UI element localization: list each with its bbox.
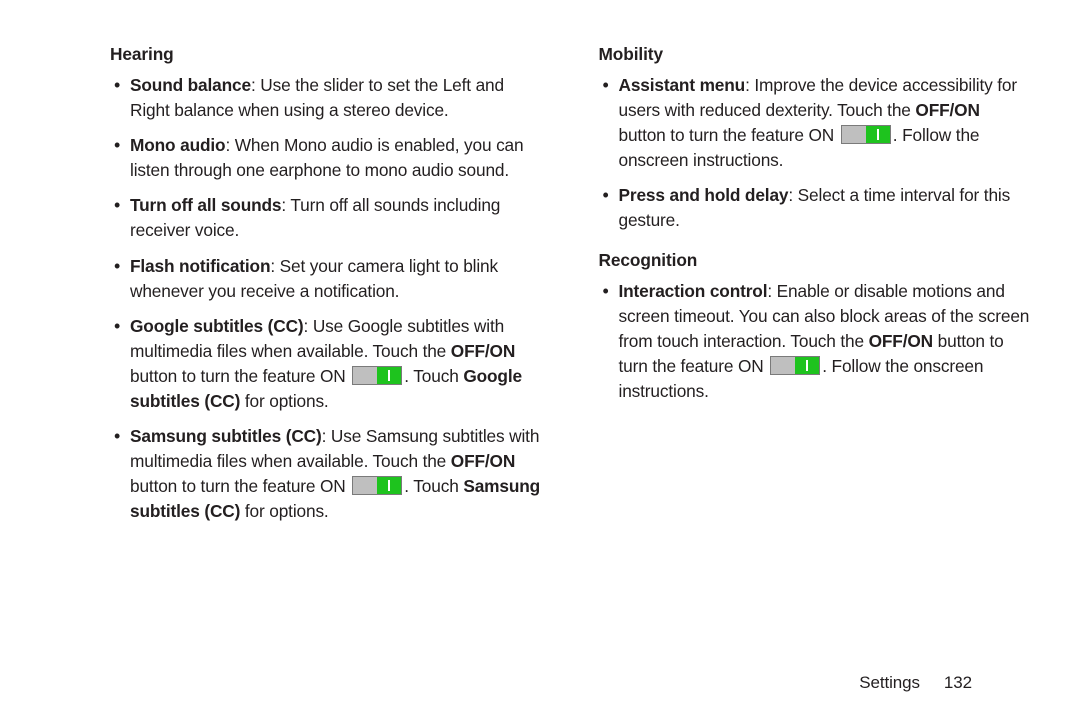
footer-section: Settings — [859, 673, 920, 692]
footer-page-number: 132 — [944, 673, 972, 692]
item-press-and-hold-delay: Press and hold delay: Select a time inte… — [605, 183, 1031, 233]
right-column: Mobility Assistant menu: Improve the dev… — [599, 42, 1031, 534]
item-interaction-control: Interaction control: Enable or disable m… — [605, 279, 1031, 404]
recognition-items: Interaction control: Enable or disable m… — [599, 279, 1031, 404]
item-label: Google subtitles (CC) — [130, 316, 304, 336]
item-label: Mono audio — [130, 135, 225, 155]
item-label: Turn off all sounds — [130, 195, 281, 215]
offon-text: OFF/ON — [451, 451, 515, 471]
item-assistant-menu: Assistant menu: Improve the device acces… — [605, 73, 1031, 173]
item-desc-after: . Touch — [404, 476, 463, 496]
manual-page: Hearing Sound balance: Use the slider to… — [0, 0, 1080, 564]
item-label: Flash notification — [130, 256, 270, 276]
toggle-on-icon — [352, 366, 402, 385]
item-google-subtitles: Google subtitles (CC): Use Google subtit… — [116, 314, 542, 414]
left-column: Hearing Sound balance: Use the slider to… — [110, 42, 542, 534]
item-label: Sound balance — [130, 75, 251, 95]
offon-text: OFF/ON — [869, 331, 933, 351]
page-footer: Settings 132 — [859, 671, 972, 696]
item-desc-mid: button to turn the feature ON — [619, 125, 839, 145]
item-desc-mid: button to turn the feature ON — [130, 476, 350, 496]
item-flash-notification: Flash notification: Set your camera ligh… — [116, 254, 542, 304]
section-heading-hearing: Hearing — [110, 42, 542, 67]
item-desc-mid: button to turn the feature ON — [130, 366, 350, 386]
item-desc-end: for options. — [240, 391, 328, 411]
item-samsung-subtitles: Samsung subtitles (CC): Use Samsung subt… — [116, 424, 542, 524]
toggle-on-icon — [841, 125, 891, 144]
toggle-on-icon — [770, 356, 820, 375]
item-label: Interaction control — [619, 281, 768, 301]
hearing-items: Sound balance: Use the slider to set the… — [110, 73, 542, 524]
toggle-on-icon — [352, 476, 402, 495]
item-turn-off-all-sounds: Turn off all sounds: Turn off all sounds… — [116, 193, 542, 243]
item-label: Samsung subtitles (CC) — [130, 426, 322, 446]
item-sound-balance: Sound balance: Use the slider to set the… — [116, 73, 542, 123]
section-heading-recognition: Recognition — [599, 248, 1031, 273]
section-heading-mobility: Mobility — [599, 42, 1031, 67]
mobility-items: Assistant menu: Improve the device acces… — [599, 73, 1031, 233]
offon-text: OFF/ON — [915, 100, 979, 120]
offon-text: OFF/ON — [451, 341, 515, 361]
item-label: Assistant menu — [619, 75, 746, 95]
item-desc-after: . Touch — [404, 366, 463, 386]
item-desc-end: for options. — [240, 501, 328, 521]
item-mono-audio: Mono audio: When Mono audio is enabled, … — [116, 133, 542, 183]
item-label: Press and hold delay — [619, 185, 789, 205]
